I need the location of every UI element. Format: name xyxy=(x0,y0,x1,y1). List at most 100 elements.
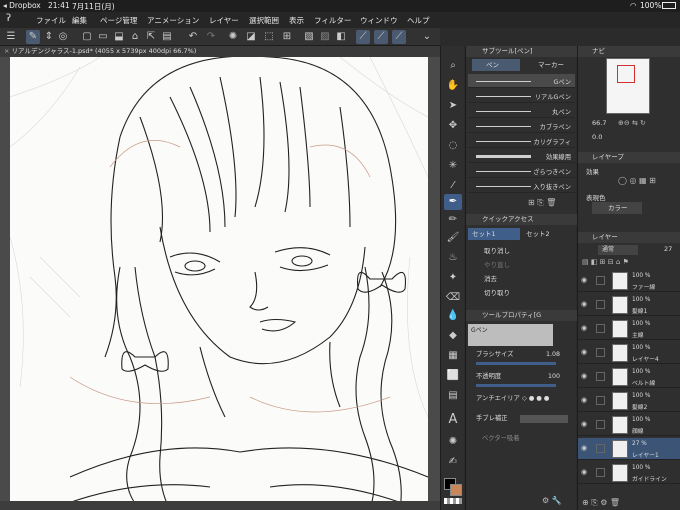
menu-list-icon[interactable]: ☰ xyxy=(4,30,18,44)
brush-item[interactable]: 入り抜きペン xyxy=(468,179,575,193)
layer-opacity-value[interactable]: 27 xyxy=(664,245,672,253)
antialias-row[interactable]: アンチエイリア ◇ ● ● ● xyxy=(470,392,574,406)
figure-tool-icon[interactable]: ⬜ xyxy=(444,368,462,384)
menu-page[interactable]: ページ管理 xyxy=(100,15,137,26)
horizontal-scrollbar[interactable] xyxy=(0,501,440,510)
layer-row[interactable]: ◉ 100 % 髪線1 xyxy=(578,294,680,316)
brush-item[interactable]: 丸ペン xyxy=(468,104,575,118)
fill-icon[interactable]: ◪ xyxy=(244,30,258,44)
save-icon[interactable]: ⬓ xyxy=(112,30,126,44)
magic-wand-tool-icon[interactable]: ✳ xyxy=(444,158,462,174)
layer-property-header[interactable]: レイヤープ xyxy=(578,152,680,163)
deselect-icon[interactable]: ▨ xyxy=(318,30,332,44)
gradient-tool-icon[interactable]: ▦ xyxy=(444,348,462,364)
print-icon[interactable]: ⌂ xyxy=(128,30,142,44)
text-tool-icon[interactable]: A xyxy=(444,412,462,428)
redo-icon[interactable]: ↷ xyxy=(204,30,218,44)
menu-window[interactable]: ウィンドウ xyxy=(360,15,398,26)
tab-set2[interactable]: セット2 xyxy=(522,228,572,240)
snap-special-icon[interactable]: ⟋ xyxy=(374,30,388,44)
menu-filter[interactable]: フィルター xyxy=(314,15,351,26)
crop-icon[interactable]: ⊞ xyxy=(280,30,294,44)
layer-row[interactable]: ◉ 100 % 髪線2 xyxy=(578,390,680,412)
document-tab[interactable]: × リアルデンジャラス-1.psd* (4055 x 5739px 400dpi… xyxy=(0,46,440,57)
canvas-area[interactable] xyxy=(0,57,440,510)
eye-icon[interactable]: ◉ xyxy=(581,420,590,429)
blend-tool-icon[interactable]: 💧 xyxy=(444,308,462,324)
decoration-tool-icon[interactable]: ✦ xyxy=(444,270,462,286)
sub-color-swatch[interactable] xyxy=(450,484,462,496)
layer-lock-checkbox[interactable] xyxy=(596,396,605,405)
export-icon[interactable]: ⇱ xyxy=(144,30,158,44)
eye-icon[interactable]: ◉ xyxy=(581,444,590,453)
quick-clear[interactable]: 消去 xyxy=(468,272,568,286)
view-icon[interactable]: ◎ xyxy=(56,30,70,44)
opacity-slider[interactable] xyxy=(476,384,556,387)
stabilization-row[interactable]: 手ブレ補正 xyxy=(470,412,574,426)
menu-edit[interactable]: 編集 xyxy=(72,15,87,26)
app-logo-icon[interactable]: ʔ xyxy=(6,13,11,24)
canvas-paper[interactable] xyxy=(10,57,428,510)
invert-icon[interactable]: ◧ xyxy=(334,30,348,44)
opacity-row[interactable]: 不透明度 100 xyxy=(470,370,574,384)
brush-item[interactable]: カブラペン xyxy=(468,119,575,133)
layer-lock-checkbox[interactable] xyxy=(596,300,605,309)
chevron-updown-icon[interactable]: ⇕ xyxy=(42,30,56,44)
tab-marker[interactable]: マーカー xyxy=(522,59,572,71)
navigator-viewport[interactable] xyxy=(617,65,635,83)
eye-icon[interactable]: ◉ xyxy=(581,300,590,309)
move-layer-tool-icon[interactable]: ✥ xyxy=(444,118,462,134)
layer-toolbar-icons[interactable]: ▤ ◧ ⊞ ⊟ ⌂ ⚑ xyxy=(582,258,629,266)
lasso-tool-icon[interactable]: ◌ xyxy=(444,138,462,154)
navigator-header[interactable]: ナビ xyxy=(578,46,680,57)
opacity-value[interactable]: 100 xyxy=(548,370,560,384)
layer-row[interactable]: ◉ 100 % 顔線 xyxy=(578,414,680,436)
subtool-panel-header[interactable]: サブツール[ペン] xyxy=(466,46,577,57)
eyedropper-tool-icon[interactable]: ⁄ xyxy=(444,178,462,194)
blend-mode-select[interactable]: 通常 xyxy=(598,245,638,255)
frame-tool-icon[interactable]: ▤ xyxy=(444,388,462,404)
chevron-down-icon[interactable]: ⌄ xyxy=(420,30,434,44)
eye-icon[interactable]: ◉ xyxy=(581,468,590,477)
subtool-actions-icon[interactable]: ⊞ ⎘ 🗑 xyxy=(528,198,556,208)
brush-size-slider[interactable] xyxy=(476,362,556,365)
rotation-value[interactable]: 0.0 xyxy=(592,133,602,141)
new-file-icon[interactable]: ▢ xyxy=(80,30,94,44)
zoom-tool-icon[interactable]: ⌕ xyxy=(444,58,462,74)
clear-icon[interactable]: ✺ xyxy=(226,30,240,44)
eraser-tool-icon[interactable]: ⌫ xyxy=(444,290,462,306)
quick-cut[interactable]: 切り取り xyxy=(468,286,568,300)
layer-row[interactable]: ◉ 100 % 主線 xyxy=(578,318,680,340)
zoom-value[interactable]: 66.7 xyxy=(592,119,606,127)
color-mode-select[interactable]: カラー xyxy=(592,202,642,214)
fill-tool-icon[interactable]: ◆ xyxy=(444,328,462,344)
navigator-controls-icon[interactable]: ⊕⊖ ⇆ ↻ xyxy=(618,119,646,127)
vector-snap-row[interactable]: ベクター吸着 xyxy=(470,432,574,446)
menu-file[interactable]: ファイル xyxy=(36,15,66,26)
transparent-color-swatch[interactable] xyxy=(444,498,462,504)
menu-selection[interactable]: 選択範囲 xyxy=(249,15,279,26)
menu-view[interactable]: 表示 xyxy=(289,15,304,26)
menu-help[interactable]: ヘルプ xyxy=(407,15,430,26)
snap-ruler-icon[interactable]: ⟋ xyxy=(356,30,370,44)
brush-item[interactable]: Gペン xyxy=(468,74,575,88)
brush-item[interactable]: リアルGペン xyxy=(468,89,575,103)
airbrush-tool-icon[interactable]: ♨ xyxy=(444,250,462,266)
pen-tool-icon[interactable]: ✒ xyxy=(444,194,462,210)
layer-row[interactable]: ◉ 100 % ガイドライン xyxy=(578,462,680,484)
property-actions-icon[interactable]: ⚙ 🔧 xyxy=(542,496,562,505)
layer-lock-checkbox[interactable] xyxy=(596,420,605,429)
layer-lock-checkbox[interactable] xyxy=(596,324,605,333)
layers-header[interactable]: レイヤー xyxy=(578,232,680,243)
antialias-options-icon[interactable]: ◇ ● ● ● xyxy=(522,392,549,406)
layer-row[interactable]: ◉ 100 % ベルト線 xyxy=(578,366,680,388)
layer-lock-checkbox[interactable] xyxy=(596,348,605,357)
operation-tool-icon[interactable]: ➤ xyxy=(444,98,462,114)
brush-size-row[interactable]: ブラシサイズ 1.08 xyxy=(470,348,574,362)
transform-icon[interactable]: ⬚ xyxy=(262,30,276,44)
close-tab-icon[interactable]: × xyxy=(4,47,12,55)
eye-icon[interactable]: ◉ xyxy=(581,348,590,357)
eye-icon[interactable]: ◉ xyxy=(581,372,590,381)
eye-icon[interactable]: ◉ xyxy=(581,396,590,405)
tool-property-header[interactable]: ツールプロパティ[G xyxy=(466,310,577,321)
